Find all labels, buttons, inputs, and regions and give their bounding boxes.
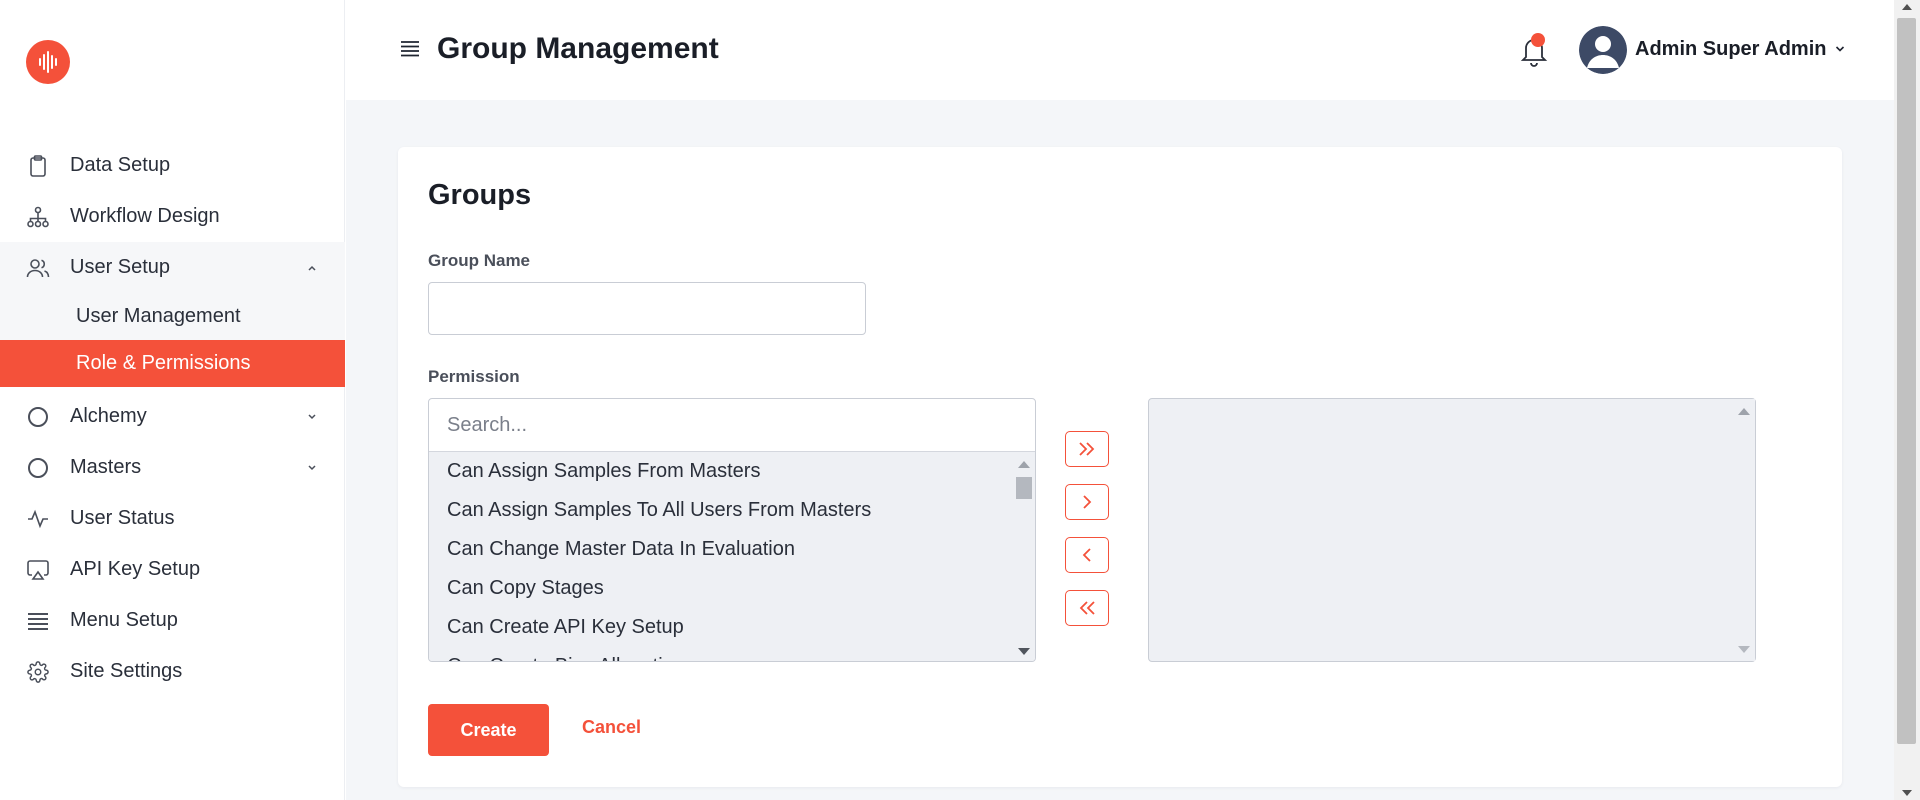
permission-search-input[interactable]: Search...: [429, 399, 1035, 452]
users-icon: [26, 256, 50, 280]
permission-label: Permission: [428, 367, 520, 386]
group-name-input[interactable]: [428, 282, 866, 335]
clipboard-icon: [26, 154, 50, 178]
list-item[interactable]: Can Change Master Data In Evaluation: [429, 530, 1035, 569]
available-permissions-box: Search... Can Assign Samples From Master…: [428, 398, 1036, 662]
window-scrollbar[interactable]: [1894, 0, 1920, 800]
sidebar-nav: Data Setup Workflow Design User Setup Us…: [0, 140, 345, 697]
hierarchy-icon: [26, 205, 50, 229]
list-icon: [26, 609, 50, 633]
list-item[interactable]: Can Assign Samples To All Users From Mas…: [429, 491, 1035, 530]
airplay-icon: [26, 558, 50, 582]
scrollbar-thumb[interactable]: [1016, 477, 1032, 499]
double-chevron-left-icon: [1079, 601, 1095, 615]
cancel-button[interactable]: Cancel: [582, 717, 641, 738]
circle-icon: [26, 456, 50, 480]
sidebar-item-label: Menu Setup: [70, 609, 178, 631]
top-header: Group Management Admin Super Admin: [346, 0, 1894, 100]
sidebar-item-label: API Key Setup: [70, 558, 201, 580]
list-item[interactable]: Can Assign Samples From Masters: [429, 452, 1035, 491]
list-scrollbar[interactable]: [1013, 452, 1035, 661]
list-item[interactable]: Can Copy Stages: [429, 569, 1035, 608]
available-permissions-list[interactable]: Can Assign Samples From Masters Can Assi…: [429, 452, 1035, 661]
move-all-left-button[interactable]: [1065, 590, 1109, 626]
scroll-up-arrow-icon[interactable]: [1738, 408, 1750, 415]
sidebar-item-menu-setup[interactable]: Menu Setup: [0, 595, 345, 646]
sidebar-item-data-setup[interactable]: Data Setup: [0, 140, 345, 191]
hamburger-menu-icon[interactable]: [400, 40, 420, 58]
sidebar-item-label: User Setup: [70, 256, 171, 278]
app-logo[interactable]: [26, 40, 70, 84]
sidebar-item-label: Workflow Design: [70, 205, 220, 227]
scroll-up-arrow-icon[interactable]: [1018, 461, 1030, 468]
list-item[interactable]: Can Create API Key Setup: [429, 608, 1035, 647]
sidebar-item-role-permissions[interactable]: Role & Permissions: [0, 340, 345, 387]
soundwave-icon: [39, 51, 57, 73]
sidebar-group-user-setup: User Setup User Management Role & Permis…: [0, 242, 345, 387]
sidebar-item-user-management[interactable]: User Management: [0, 293, 345, 340]
sidebar-item-label: Masters: [70, 456, 142, 478]
chevron-down-icon: [305, 410, 319, 424]
chevron-down-icon: [305, 461, 319, 475]
sidebar-subitem-label: User Management: [76, 305, 241, 327]
group-form-card: Groups Group Name Permission Search... C…: [398, 147, 1842, 787]
sidebar-item-workflow-design[interactable]: Workflow Design: [0, 191, 345, 242]
sidebar-item-api-key-setup[interactable]: API Key Setup: [0, 544, 345, 595]
chevron-right-icon: [1083, 495, 1092, 509]
list-item[interactable]: Can Create Bias Allocation: [429, 647, 1035, 661]
user-avatar-icon: [1579, 26, 1627, 74]
scroll-down-arrow-icon[interactable]: [1018, 648, 1030, 655]
sidebar-item-label: Data Setup: [70, 154, 171, 176]
selected-permissions-list[interactable]: [1148, 398, 1756, 662]
group-name-label: Group Name: [428, 251, 531, 270]
notification-badge: [1531, 33, 1545, 47]
activity-icon: [26, 507, 50, 531]
move-all-right-button[interactable]: [1065, 431, 1109, 467]
chevron-up-icon: [305, 261, 319, 275]
chevron-left-icon: [1082, 548, 1091, 562]
scroll-down-arrow-icon[interactable]: [1902, 790, 1912, 796]
main-content: Groups Group Name Permission Search... C…: [346, 100, 1894, 800]
scroll-down-arrow-icon[interactable]: [1738, 646, 1750, 653]
chevron-down-icon[interactable]: [1833, 42, 1847, 56]
user-name[interactable]: Admin Super Admin: [1635, 38, 1826, 61]
circle-icon: [26, 405, 50, 429]
sidebar-item-alchemy[interactable]: Alchemy: [0, 391, 345, 442]
move-right-button[interactable]: [1065, 484, 1109, 520]
list-scrollbar[interactable]: [1733, 399, 1755, 661]
move-left-button[interactable]: [1065, 537, 1109, 573]
sidebar-item-label: Alchemy: [70, 405, 147, 427]
create-button[interactable]: Create: [428, 704, 549, 756]
sidebar-item-masters[interactable]: Masters: [0, 442, 345, 493]
sidebar: Data Setup Workflow Design User Setup Us…: [0, 0, 345, 800]
sidebar-item-user-setup[interactable]: User Setup: [0, 242, 345, 293]
avatar[interactable]: [1579, 26, 1627, 74]
sidebar-item-label: User Status: [70, 507, 175, 529]
page-title: Group Management: [437, 32, 719, 65]
sidebar-item-label: Site Settings: [70, 660, 183, 682]
sidebar-item-site-settings[interactable]: Site Settings: [0, 646, 345, 697]
double-chevron-right-icon: [1079, 442, 1095, 456]
sidebar-subitem-label: Role & Permissions: [76, 352, 251, 374]
sidebar-item-user-status[interactable]: User Status: [0, 493, 345, 544]
scrollbar-thumb[interactable]: [1897, 18, 1916, 744]
card-title: Groups: [428, 179, 532, 211]
gear-icon: [26, 660, 50, 684]
scroll-up-arrow-icon[interactable]: [1902, 4, 1912, 10]
